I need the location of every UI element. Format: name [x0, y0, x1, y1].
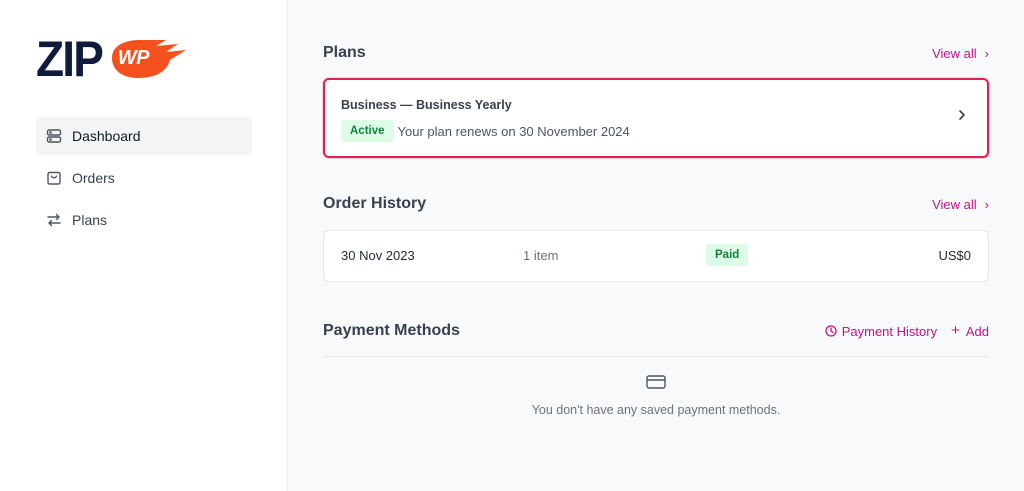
sidebar-item-orders[interactable]: Orders: [36, 159, 252, 197]
chevron-right-icon: [957, 108, 967, 124]
payment-empty-text: You don't have any saved payment methods…: [531, 403, 781, 417]
zipwp-logo[interactable]: ZIP WP: [36, 34, 190, 84]
sidebar-item-dashboard[interactable]: Dashboard: [36, 117, 252, 155]
orders-title: Order History: [323, 195, 427, 212]
payment-history-label: Payment History: [841, 323, 938, 339]
sidebar: ZIP WP Dashboard Orders Plans: [0, 0, 288, 491]
plan-card[interactable]: Business — Business Yearly Active Your p…: [323, 78, 989, 158]
table-row[interactable]: 30 Nov 2023 1 item Paid US$0: [323, 230, 989, 282]
divider: [323, 356, 989, 357]
logo-wp-badge: WP: [106, 34, 190, 84]
chevron-right-icon: ›: [984, 196, 989, 212]
status-badge: Paid: [706, 244, 749, 266]
chevron-right-icon: ›: [984, 45, 989, 61]
logo-zip-text: ZIP: [36, 31, 104, 87]
add-label: Add: [965, 323, 989, 339]
plans-title: Plans: [323, 44, 366, 61]
view-all-label: View all: [932, 45, 977, 61]
shopping-bag-icon: [46, 170, 62, 186]
sidebar-item-label: Plans: [72, 212, 108, 228]
plus-icon: +: [951, 322, 960, 339]
order-date: 30 Nov 2023: [341, 248, 415, 263]
sidebar-item-label: Orders: [72, 170, 115, 186]
payment-empty-state: You don't have any saved payment methods…: [323, 374, 989, 417]
add-payment-method-button[interactable]: + Add: [951, 322, 989, 339]
status-badge: Active: [341, 120, 394, 142]
clock-icon: [825, 325, 837, 337]
arrows-repeat-icon: [46, 212, 62, 228]
orders-header: Order History View all ›: [323, 195, 989, 213]
plans-header: Plans View all ›: [323, 44, 989, 62]
payment-actions: Payment History + Add: [825, 322, 989, 339]
orders-view-all-link[interactable]: View all ›: [932, 197, 989, 212]
payment-header: Payment Methods Payment History + Add: [323, 322, 989, 340]
payment-history-link[interactable]: Payment History: [825, 324, 937, 339]
plans-view-all-link[interactable]: View all ›: [932, 46, 989, 61]
plan-name: Business — Business Yearly: [341, 98, 512, 112]
order-items: 1 item: [523, 248, 559, 263]
order-amount: US$0: [938, 248, 971, 263]
server-icon: [46, 128, 62, 144]
credit-card-icon: [646, 374, 666, 395]
logo-wp-text: WP: [117, 47, 150, 69]
sidebar-item-label: Dashboard: [72, 128, 141, 144]
payment-title: Payment Methods: [323, 322, 460, 339]
plan-renewal-text: Your plan renews on 30 November 2024: [397, 123, 630, 139]
sidebar-nav: Dashboard Orders Plans: [36, 117, 252, 243]
plan-status-row: Active Your plan renews on 30 November 2…: [341, 120, 630, 142]
sidebar-item-plans[interactable]: Plans: [36, 201, 252, 239]
view-all-label: View all: [932, 196, 977, 212]
